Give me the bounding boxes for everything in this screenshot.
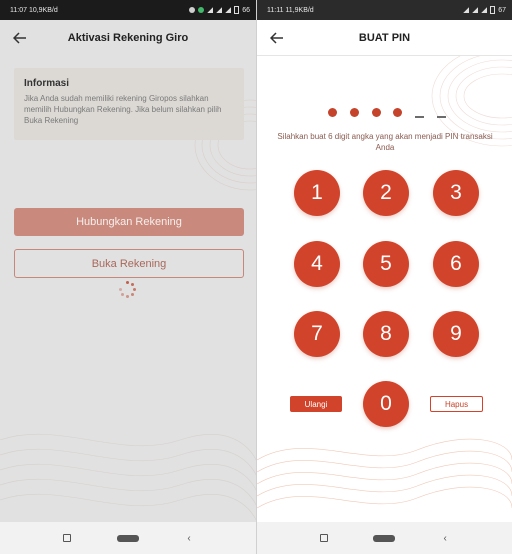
wifi-icon [481,7,488,13]
home-icon[interactable] [117,534,139,542]
status-bar: 11:11 11,9KB/d 67 [257,0,512,20]
system-nav-bar: ‹ [0,522,256,554]
recent-apps-icon[interactable] [319,534,328,542]
info-box: Informasi Jika Anda sudah memiliki reken… [14,68,244,140]
battery-level: 67 [498,6,506,14]
decorative-pattern [0,433,256,520]
page-title: Aktivasi Rekening Giro [67,32,189,44]
wifi-icon [225,7,232,13]
signal-icon [207,7,214,13]
delete-button[interactable]: Hapus [430,396,483,412]
pin-dot-filled [350,107,359,117]
pin-digit-slot [370,106,382,118]
alarm-icon [189,7,196,13]
signal-icon [463,7,470,13]
pin-digit-slot [392,106,404,118]
battery-icon [234,6,240,14]
keypad-key-5[interactable]: 5 [363,241,409,287]
info-text: Jika Anda sudah memiliki rekening Giropo… [24,94,222,125]
arrow-left-icon [270,32,283,44]
left-screen: 11:07 10,9KB/d 66 Aktivasi Rekening Giro [0,0,256,554]
pin-digit-slot [327,106,339,118]
keypad-key-2[interactable]: 2 [363,170,409,216]
pin-digit-slot [435,106,447,118]
status-icons: 66 [189,6,250,14]
keypad-key-3[interactable]: 3 [433,170,479,216]
keypad-key-9[interactable]: 9 [433,311,479,357]
pin-dot-filled [371,107,381,117]
app-bar: Aktivasi Rekening Giro [0,20,256,56]
info-title: Informasi [24,78,70,89]
pin-digit-slot [414,106,426,118]
arrow-left-icon [13,32,26,44]
app-bar: BUAT PIN [257,20,512,56]
signal-icon [216,7,223,13]
back-button[interactable] [267,28,287,48]
right-screen: 11:11 11,9KB/d 67 BUAT PIN Silahkan buat… [257,0,512,554]
back-nav-icon[interactable]: ‹ [441,533,449,544]
pin-dot-filled [328,107,338,117]
status-time: 11:11 11,9KB/d [267,6,314,14]
battery-icon [490,6,496,14]
back-nav-icon[interactable]: ‹ [185,533,193,544]
status-time: 11:07 10,9KB/d [10,6,58,14]
pin-digit-slot [349,106,361,118]
home-icon[interactable] [373,534,396,542]
notification-icon [198,7,205,13]
recent-apps-icon[interactable] [63,534,71,542]
back-button[interactable] [10,28,30,48]
pin-dot-filled [393,107,403,117]
keypad-key-0[interactable]: 0 [363,381,409,427]
system-nav-bar: ‹ [257,522,512,554]
pin-dot-empty [415,116,425,118]
status-bar: 11:07 10,9KB/d 66 [0,0,256,20]
status-icons: 67 [463,6,506,14]
keypad-key-7[interactable]: 7 [294,311,340,357]
reset-button[interactable]: Ulangi [290,396,342,412]
keypad-key-1[interactable]: 1 [294,170,340,216]
open-account-button[interactable]: Buka Rekening [14,249,244,278]
loading-spinner-icon [119,281,137,299]
keypad-key-8[interactable]: 8 [363,311,409,357]
decorative-pattern [257,438,512,509]
battery-level: 66 [242,6,250,14]
pin-indicator [327,102,447,118]
connect-account-button[interactable]: Hubungkan Rekening [14,208,244,236]
signal-icon [472,7,479,13]
page-title: BUAT PIN [358,31,411,44]
keypad-key-4[interactable]: 4 [294,241,340,287]
pin-dot-empty [436,116,446,118]
keypad-key-6[interactable]: 6 [433,241,479,287]
pin-instruction: Silahkan buat 6 digit angka yang akan me… [277,132,493,152]
